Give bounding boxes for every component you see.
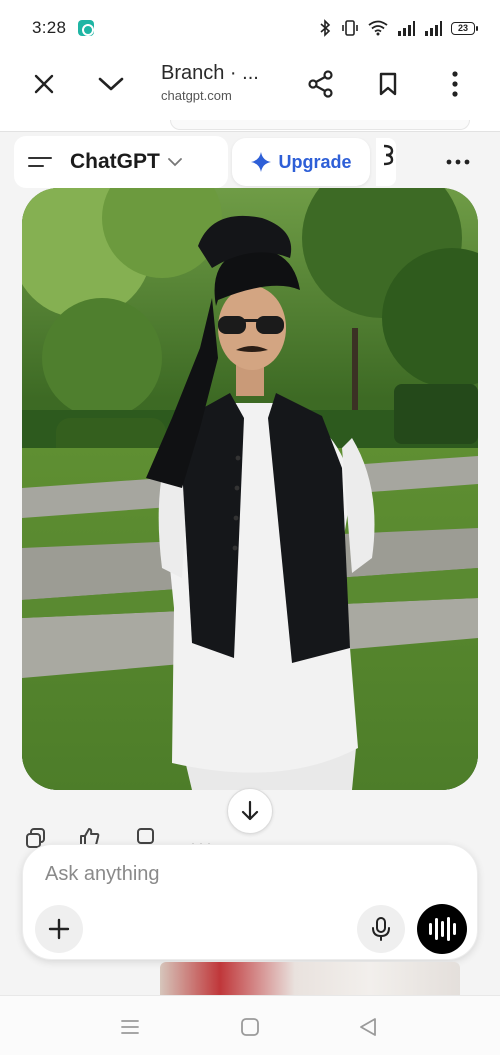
plus-icon <box>48 918 70 940</box>
signal-icon <box>425 20 442 36</box>
chat-options-button[interactable] <box>430 138 486 186</box>
arrow-down-icon <box>241 800 259 821</box>
model-name: ChatGPT <box>70 150 160 173</box>
page-title: Branch · ... <box>161 62 259 84</box>
status-icons: 23 <box>318 19 478 37</box>
next-image-preview <box>160 962 460 995</box>
bluetooth-icon <box>320 19 331 37</box>
man-photo <box>22 188 478 790</box>
back-icon <box>360 1018 376 1036</box>
back-button[interactable] <box>355 1014 381 1040</box>
upgrade-button[interactable]: Upgrade <box>232 138 370 186</box>
chat-notification-icon <box>78 20 95 36</box>
url-bar[interactable]: Branch · ... chatgpt.com <box>161 62 259 103</box>
status-time: 3:28 <box>32 18 67 37</box>
sparkle-icon <box>251 152 272 172</box>
recent-apps-icon <box>121 1020 139 1034</box>
chevron-down-icon <box>98 77 124 91</box>
attach-button[interactable] <box>35 905 83 953</box>
voice-mode-button[interactable] <box>417 904 467 954</box>
home-button[interactable] <box>237 1014 263 1040</box>
chat-page: ChatGPT Upgrade Ask anything <box>0 120 500 995</box>
edit-icon <box>383 144 394 166</box>
page-domain: chatgpt.com <box>161 88 232 103</box>
collapse-button[interactable] <box>89 62 133 106</box>
share-page-button[interactable] <box>299 62 343 106</box>
battery-icon: 23 <box>451 21 478 35</box>
new-chat-button[interactable] <box>376 138 396 186</box>
upgrade-label: Upgrade <box>278 151 352 172</box>
chat-header: ChatGPT Upgrade <box>0 134 500 190</box>
message-composer: Ask anything <box>22 844 478 960</box>
home-icon <box>241 1018 259 1036</box>
dictate-button[interactable] <box>357 905 405 953</box>
more-vertical-icon <box>452 71 458 97</box>
more-options-button[interactable] <box>433 62 477 106</box>
status-bar: 3:28 23 <box>0 0 500 56</box>
wifi-icon <box>368 20 388 36</box>
signal-icon <box>398 20 415 36</box>
generated-image[interactable] <box>22 188 478 790</box>
more-horizontal-icon <box>446 159 470 165</box>
previous-content-edge <box>170 120 470 130</box>
close-tab-button[interactable] <box>22 62 66 106</box>
bookmark-icon <box>379 72 397 96</box>
voice-mode-icon <box>428 923 432 935</box>
battery-level: 23 <box>457 23 468 33</box>
system-nav-bar <box>0 995 500 1055</box>
close-icon <box>34 74 54 94</box>
microphone-icon <box>372 917 390 941</box>
vibrate-icon <box>342 20 358 36</box>
scroll-to-bottom-button[interactable] <box>227 788 273 834</box>
share-icon <box>308 70 333 98</box>
recent-apps-button[interactable] <box>117 1014 143 1040</box>
chevron-down-icon <box>167 158 182 167</box>
bookmark-button[interactable] <box>366 62 410 106</box>
model-selector[interactable]: ChatGPT <box>14 136 228 188</box>
sidebar-menu-icon[interactable] <box>28 152 56 172</box>
message-input[interactable]: Ask anything <box>45 863 160 886</box>
browser-toolbar: Branch · ... chatgpt.com <box>0 56 500 120</box>
